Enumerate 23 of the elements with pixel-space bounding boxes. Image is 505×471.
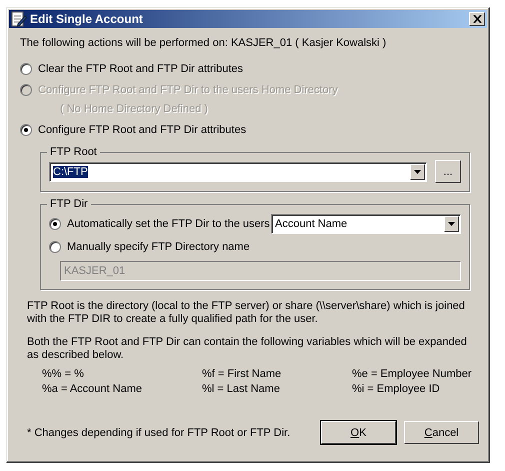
variable-text: %l = Last Name xyxy=(202,383,281,395)
description-text: FTP Root is the directory (local to the FTP server) or share (\\server\share) which is joined with the FTP DIR to create a fully qualified path for the user. xyxy=(27,300,466,326)
ftp-root-combo[interactable]: C:\FTP xyxy=(49,162,427,182)
window-title: Edit Single Account xyxy=(30,12,144,26)
variable-text: %f = First Name xyxy=(202,368,282,380)
radio-label[interactable]: Configure FTP Root and FTP Dir attributes xyxy=(38,124,246,136)
description-text: Both the FTP Root and FTP Dir can contain the following variables which will be expanded as described below. xyxy=(27,336,468,362)
group-title: FTP Root xyxy=(49,146,98,158)
radio-label[interactable]: Automatically set the FTP Dir to the users xyxy=(67,218,270,230)
intro-text: The following actions will be performed on: KASJER_01 ( Kasjer Kowalski ) xyxy=(20,37,388,49)
footnote-text: * Changes depending if used for FTP Root or FTP Dir. xyxy=(27,426,292,438)
variable-text: %i = Employee ID xyxy=(352,383,441,395)
group-title: FTP Dir xyxy=(49,198,89,210)
ok-button[interactable]: OK xyxy=(321,421,396,444)
variable-text: %e = Employee Number xyxy=(352,368,473,380)
dir-type-combo[interactable]: Account Name xyxy=(271,214,461,234)
variable-text: %a = Account Name xyxy=(42,383,143,395)
radio-label[interactable]: Clear the FTP Root and FTP Dir attributes xyxy=(38,62,244,74)
radio-label[interactable]: Manually specify FTP Directory name xyxy=(67,240,250,252)
cancel-button[interactable]: Cancel xyxy=(404,421,479,444)
variable-text: %% = % xyxy=(42,368,85,380)
note-text: ( No Home Directory Defined ) xyxy=(60,102,209,117)
browse-button[interactable]: ... xyxy=(435,160,461,183)
